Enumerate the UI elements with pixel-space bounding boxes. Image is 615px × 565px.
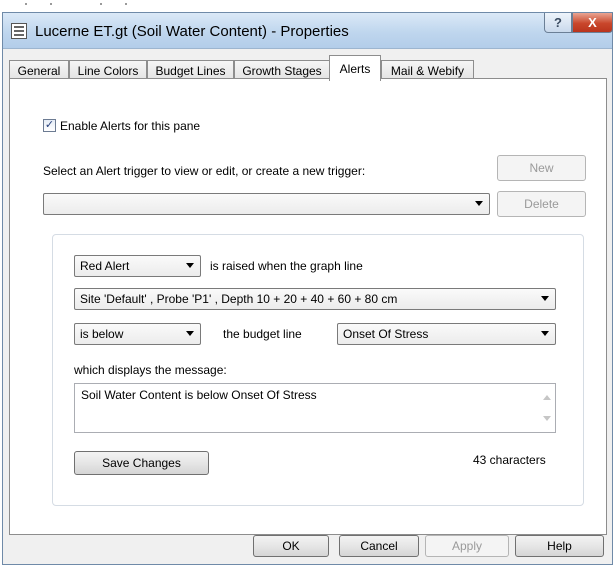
- chevron-down-icon: [475, 201, 483, 206]
- tab-general[interactable]: General: [9, 60, 69, 80]
- character-count: 43 characters: [473, 453, 546, 467]
- tab-mail-webify[interactable]: Mail & Webify: [381, 60, 474, 80]
- delete-button[interactable]: Delete: [497, 191, 586, 217]
- alert-level-select[interactable]: Red Alert: [74, 255, 201, 277]
- enable-alerts-checkbox[interactable]: ✓: [43, 119, 56, 132]
- message-textarea[interactable]: Soil Water Content is below Onset Of Str…: [74, 383, 556, 433]
- chevron-down-icon: [541, 296, 549, 301]
- graph-line-select[interactable]: Site 'Default' , Probe 'P1' , Depth 10 +…: [74, 288, 556, 310]
- chevron-down-icon: [186, 331, 194, 336]
- background-tick: [100, 3, 102, 5]
- condition-select[interactable]: is below: [74, 323, 201, 345]
- tab-growth-stages[interactable]: Growth Stages: [234, 60, 330, 80]
- condition-value: is below: [80, 327, 124, 341]
- window-title: Lucerne ET.gt (Soil Water Content) - Pro…: [35, 23, 349, 40]
- tab-alerts[interactable]: Alerts: [329, 55, 381, 81]
- ok-button[interactable]: OK: [253, 535, 329, 557]
- title-bar[interactable]: Lucerne ET.gt (Soil Water Content) - Pro…: [3, 13, 613, 49]
- enable-alerts-label: Enable Alerts for this pane: [60, 119, 201, 133]
- message-label: which displays the message:: [74, 363, 227, 377]
- scroll-up-icon[interactable]: [543, 395, 551, 400]
- scroll-down-icon[interactable]: [543, 416, 551, 421]
- trigger-select[interactable]: [43, 193, 490, 215]
- chevron-down-icon: [541, 331, 549, 336]
- background-tick: [125, 3, 127, 5]
- budget-line-select[interactable]: Onset Of Stress: [337, 323, 556, 345]
- save-changes-button[interactable]: Save Changes: [74, 451, 209, 475]
- background-tick: [25, 3, 27, 5]
- background-tick: [50, 3, 52, 5]
- graph-line-value: Site 'Default' , Probe 'P1' , Depth 10 +…: [80, 292, 398, 306]
- close-icon[interactable]: X: [572, 13, 613, 33]
- cancel-button[interactable]: Cancel: [339, 535, 419, 557]
- tab-budget-lines[interactable]: Budget Lines: [147, 60, 234, 80]
- new-button[interactable]: New: [497, 155, 586, 181]
- background-strip: [0, 0, 615, 10]
- app-icon: [11, 23, 27, 39]
- tab-line-colors[interactable]: Line Colors: [69, 60, 147, 80]
- message-text: Soil Water Content is below Onset Of Str…: [81, 388, 317, 402]
- chevron-down-icon: [186, 263, 194, 268]
- help-icon[interactable]: ?: [544, 13, 572, 33]
- message-scrollbar[interactable]: [538, 384, 555, 432]
- budget-line-value: Onset Of Stress: [343, 327, 429, 341]
- help-button[interactable]: Help: [515, 535, 604, 557]
- alerts-panel: ✓ Enable Alerts for this pane Select an …: [9, 78, 607, 535]
- properties-dialog: Lucerne ET.gt (Soil Water Content) - Pro…: [2, 12, 613, 565]
- trigger-prompt: Select an Alert trigger to view or edit,…: [43, 164, 366, 178]
- raised-text: is raised when the graph line: [210, 259, 363, 273]
- apply-button[interactable]: Apply: [425, 535, 509, 557]
- trigger-editor-group: Red Alert is raised when the graph line …: [52, 234, 584, 506]
- alert-level-value: Red Alert: [80, 259, 130, 273]
- budget-line-text: the budget line: [223, 327, 302, 341]
